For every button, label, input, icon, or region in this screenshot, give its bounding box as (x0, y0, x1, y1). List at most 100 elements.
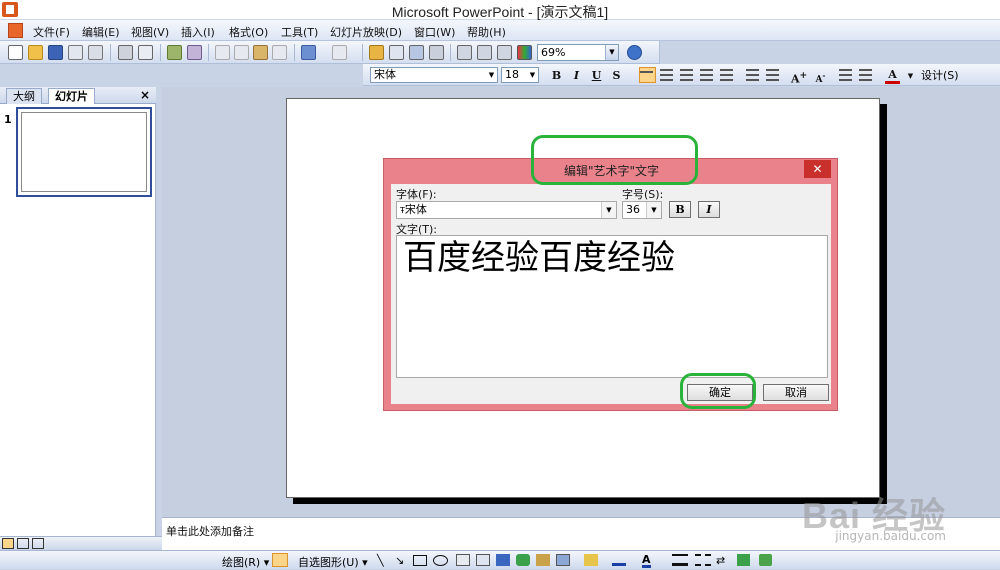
drawing-toolbar: 绘图(R) ▾ 自选图形(U) ▾ ╲ ↘ A ⇄ (0, 550, 1000, 569)
menu-edit[interactable]: 编辑(E) (82, 24, 120, 40)
font-color-icon[interactable]: A (885, 68, 900, 84)
distribute-icon[interactable] (720, 69, 733, 81)
increase-indent-icon[interactable] (859, 69, 872, 81)
permission-icon[interactable] (68, 45, 83, 60)
menu-tools[interactable]: 工具(T) (281, 24, 318, 40)
increase-font-icon[interactable]: A+ (791, 68, 807, 86)
menu-slideshow[interactable]: 幻灯片放映(D) (330, 24, 402, 40)
justify-icon[interactable] (700, 69, 713, 81)
grid-icon[interactable] (497, 45, 512, 60)
insert-chart-icon[interactable] (369, 45, 384, 60)
print-preview-icon[interactable] (138, 45, 153, 60)
chevron-down-icon[interactable]: ▼ (646, 202, 661, 218)
expand-all-icon[interactable] (457, 45, 472, 60)
bold-button[interactable]: B (549, 68, 564, 83)
pane-tabs: 大纲 幻灯片 × (0, 87, 156, 104)
shadow-style-icon[interactable] (737, 554, 750, 566)
normal-view-icon[interactable] (2, 538, 14, 549)
font-select[interactable]: 宋体 ▼ (370, 67, 498, 83)
dash-style-icon[interactable] (695, 554, 711, 566)
tab-slides[interactable]: 幻灯片 (48, 88, 95, 104)
autoshapes-menu[interactable]: 自选图形(U) ▾ (298, 554, 368, 570)
spelling-icon[interactable] (167, 45, 182, 60)
cancel-button[interactable]: 取消 (763, 384, 829, 401)
font-size-select[interactable]: 18 ▼ (501, 67, 539, 83)
menu-help[interactable]: 帮助(H) (467, 24, 506, 40)
line-color-icon[interactable] (612, 554, 626, 566)
underline-button[interactable]: U (589, 68, 604, 83)
format-painter-icon[interactable] (272, 45, 287, 60)
align-left-icon[interactable] (639, 67, 656, 83)
cut-icon[interactable] (215, 45, 230, 60)
fill-color-icon[interactable] (584, 554, 598, 566)
wordart-text-input[interactable]: 百度经验百度经验 (396, 235, 828, 378)
dialog-body: 字体(F): Ŧ宋体 ▼ 字号(S): 36 ▼ B I 文字(T): 百度经验… (391, 184, 831, 404)
menu-view[interactable]: 视图(V) (131, 24, 169, 40)
slide-sorter-icon[interactable] (17, 538, 29, 549)
font-color-icon[interactable]: A (642, 554, 651, 568)
close-button[interactable]: ✕ (804, 160, 831, 178)
paste-icon[interactable] (253, 45, 268, 60)
document-icon[interactable] (8, 23, 23, 38)
chevron-down-icon[interactable]: ▼ (527, 68, 538, 82)
hyperlink-icon[interactable] (429, 45, 444, 60)
draw-menu[interactable]: 绘图(R) ▾ (222, 554, 269, 570)
italic-button[interactable]: I (698, 201, 720, 218)
align-right-icon[interactable] (680, 69, 693, 81)
rectangle-icon[interactable] (413, 555, 427, 566)
menu-insert[interactable]: 插入(I) (181, 24, 215, 40)
align-center-icon[interactable] (660, 69, 673, 81)
line-icon[interactable]: ╲ (377, 554, 384, 567)
save-icon[interactable] (48, 45, 63, 60)
chevron-down-icon[interactable]: ▼ (486, 68, 497, 82)
line-style-icon[interactable] (672, 554, 688, 566)
zoom-select[interactable]: 69% ▼ (537, 44, 619, 61)
bold-button[interactable]: B (669, 201, 691, 218)
copy-icon[interactable] (234, 45, 249, 60)
tables-borders-icon[interactable] (409, 45, 424, 60)
vertical-textbox-icon[interactable] (476, 554, 490, 566)
design-button[interactable]: 设计(S) (921, 67, 959, 84)
arrow-style-icon[interactable]: ⇄ (716, 554, 725, 567)
undo-icon[interactable] (301, 45, 316, 60)
baidu-watermark-url: jingyan.baidu.com (835, 529, 946, 543)
tab-outline[interactable]: 大纲 (6, 88, 42, 104)
3d-style-icon[interactable] (759, 554, 772, 566)
picture-icon[interactable] (556, 554, 570, 566)
slideshow-icon[interactable] (32, 538, 44, 549)
bullets-icon[interactable] (766, 69, 779, 81)
oval-icon[interactable] (433, 555, 448, 566)
show-formatting-icon[interactable] (477, 45, 492, 60)
color-grayscale-icon[interactable] (517, 45, 532, 60)
size-combo[interactable]: 36 ▼ (622, 201, 662, 219)
slide-thumbnail[interactable] (16, 107, 152, 197)
chevron-down-icon[interactable]: ▼ (605, 45, 618, 60)
clipart-icon[interactable] (536, 554, 550, 566)
font-combo[interactable]: Ŧ宋体 ▼ (396, 201, 617, 219)
chevron-down-icon[interactable]: ▼ (601, 202, 616, 218)
wordart-icon[interactable] (496, 554, 510, 566)
new-icon[interactable] (8, 45, 23, 60)
decrease-font-icon[interactable]: A- (813, 68, 828, 85)
title-highlight (531, 135, 698, 185)
print-icon[interactable] (118, 45, 133, 60)
insert-table-icon[interactable] (389, 45, 404, 60)
chevron-down-icon[interactable]: ▼ (903, 68, 918, 83)
close-icon[interactable]: × (140, 88, 150, 102)
decrease-indent-icon[interactable] (839, 69, 852, 81)
numbering-icon[interactable] (746, 69, 759, 81)
research-icon[interactable] (187, 45, 202, 60)
italic-button[interactable]: I (569, 68, 584, 83)
shadow-button[interactable]: S (609, 68, 624, 83)
email-icon[interactable] (88, 45, 103, 60)
textbox-icon[interactable] (456, 554, 470, 566)
redo-icon[interactable] (332, 45, 347, 60)
diagram-icon[interactable] (516, 554, 530, 566)
help-icon[interactable] (627, 45, 642, 60)
menu-file[interactable]: 文件(F) (33, 24, 70, 40)
menu-format[interactable]: 格式(O) (229, 24, 268, 40)
open-icon[interactable] (28, 45, 43, 60)
select-objects-icon[interactable] (272, 553, 288, 567)
arrow-icon[interactable]: ↘ (395, 554, 404, 567)
menu-window[interactable]: 窗口(W) (414, 24, 455, 40)
